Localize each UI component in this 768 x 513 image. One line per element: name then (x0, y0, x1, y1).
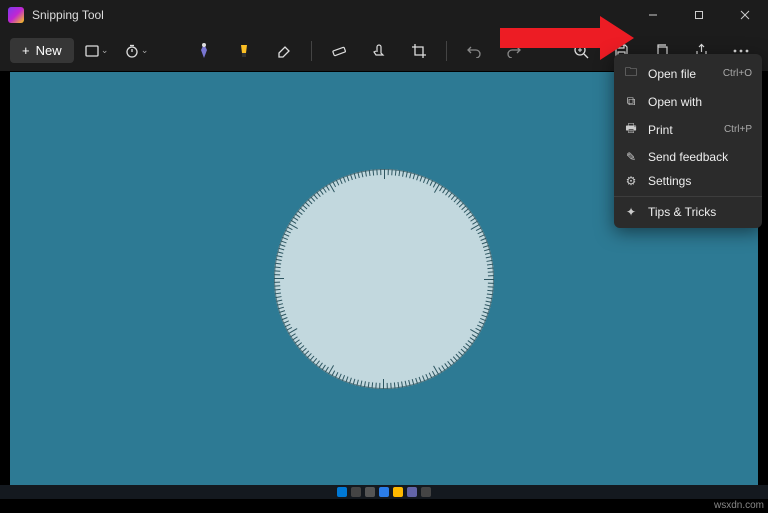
rectangle-icon (85, 45, 99, 57)
plus-icon: + (22, 43, 30, 58)
folder-open-icon: 🗀 (624, 63, 638, 84)
divider (446, 41, 447, 61)
taskview-icon[interactable] (365, 487, 375, 497)
app-icon (8, 7, 24, 23)
menu-label: Open file (648, 67, 696, 81)
lightbulb-icon: ✦ (624, 205, 638, 219)
menu-tips[interactable]: ✦ Tips & Tricks (614, 200, 762, 224)
menu-label: Send feedback (648, 150, 728, 164)
crop-button[interactable] (402, 36, 436, 66)
ellipsis-icon (733, 49, 749, 53)
ruler-button[interactable] (322, 36, 356, 66)
titlebar: Snipping Tool (0, 0, 768, 30)
maximize-button[interactable] (676, 0, 722, 30)
menu-label: Settings (648, 174, 691, 188)
print-icon: 🖶 (624, 119, 638, 140)
ruler-icon (331, 43, 347, 59)
menu-open-file[interactable]: 🗀 Open file Ctrl+O (614, 58, 762, 89)
redo-button[interactable] (497, 36, 531, 66)
taskbar[interactable] (0, 485, 768, 499)
highlighter-icon (237, 43, 251, 59)
pen-icon (197, 42, 211, 60)
menu-settings[interactable]: ⚙ Settings (614, 169, 762, 193)
divider (311, 41, 312, 61)
zoom-button[interactable] (564, 36, 598, 66)
start-icon[interactable] (337, 487, 347, 497)
app-taskbar-icon[interactable] (421, 487, 431, 497)
minimize-button[interactable] (630, 0, 676, 30)
protractor-ticks (274, 169, 494, 389)
timer-icon (125, 44, 139, 58)
explorer-icon[interactable] (393, 487, 403, 497)
redo-icon (506, 44, 522, 58)
menu-divider (614, 196, 762, 197)
menu-label: Print (648, 123, 673, 137)
feedback-icon: ✎ (624, 150, 638, 164)
close-button[interactable] (722, 0, 768, 30)
shortcut: Ctrl+P (724, 124, 752, 135)
menu-label: Open with (648, 95, 702, 109)
crop-icon (411, 43, 427, 59)
touch-icon (371, 43, 387, 59)
watermark: wsxdn.com (714, 500, 764, 511)
undo-icon (466, 44, 482, 58)
open-with-icon: ⧉ (624, 94, 638, 109)
app-title: Snipping Tool (32, 8, 104, 22)
touch-writing-button[interactable] (362, 36, 396, 66)
new-button[interactable]: + New (10, 38, 74, 63)
undo-button[interactable] (457, 36, 491, 66)
more-menu: 🗀 Open file Ctrl+O ⧉ Open with 🖶 Print C… (614, 54, 762, 228)
highlighter-button[interactable] (227, 36, 261, 66)
menu-print[interactable]: 🖶 Print Ctrl+P (614, 114, 762, 145)
new-label: New (36, 43, 62, 58)
titlebar-left: Snipping Tool (8, 7, 104, 23)
menu-send-feedback[interactable]: ✎ Send feedback (614, 145, 762, 169)
gear-icon: ⚙ (624, 174, 638, 188)
app-taskbar-icon[interactable] (407, 487, 417, 497)
snip-mode-button[interactable] (80, 36, 114, 66)
delay-button[interactable] (120, 36, 154, 66)
window-controls (630, 0, 768, 30)
shortcut: Ctrl+O (723, 68, 752, 79)
menu-label: Tips & Tricks (648, 205, 716, 219)
ballpoint-pen-button[interactable] (187, 36, 221, 66)
eraser-icon (276, 44, 292, 58)
protractor-tool[interactable] (274, 169, 494, 389)
zoom-icon (573, 43, 589, 59)
edge-icon[interactable] (379, 487, 389, 497)
eraser-button[interactable] (267, 36, 301, 66)
menu-open-with[interactable]: ⧉ Open with (614, 89, 762, 114)
search-icon[interactable] (351, 487, 361, 497)
